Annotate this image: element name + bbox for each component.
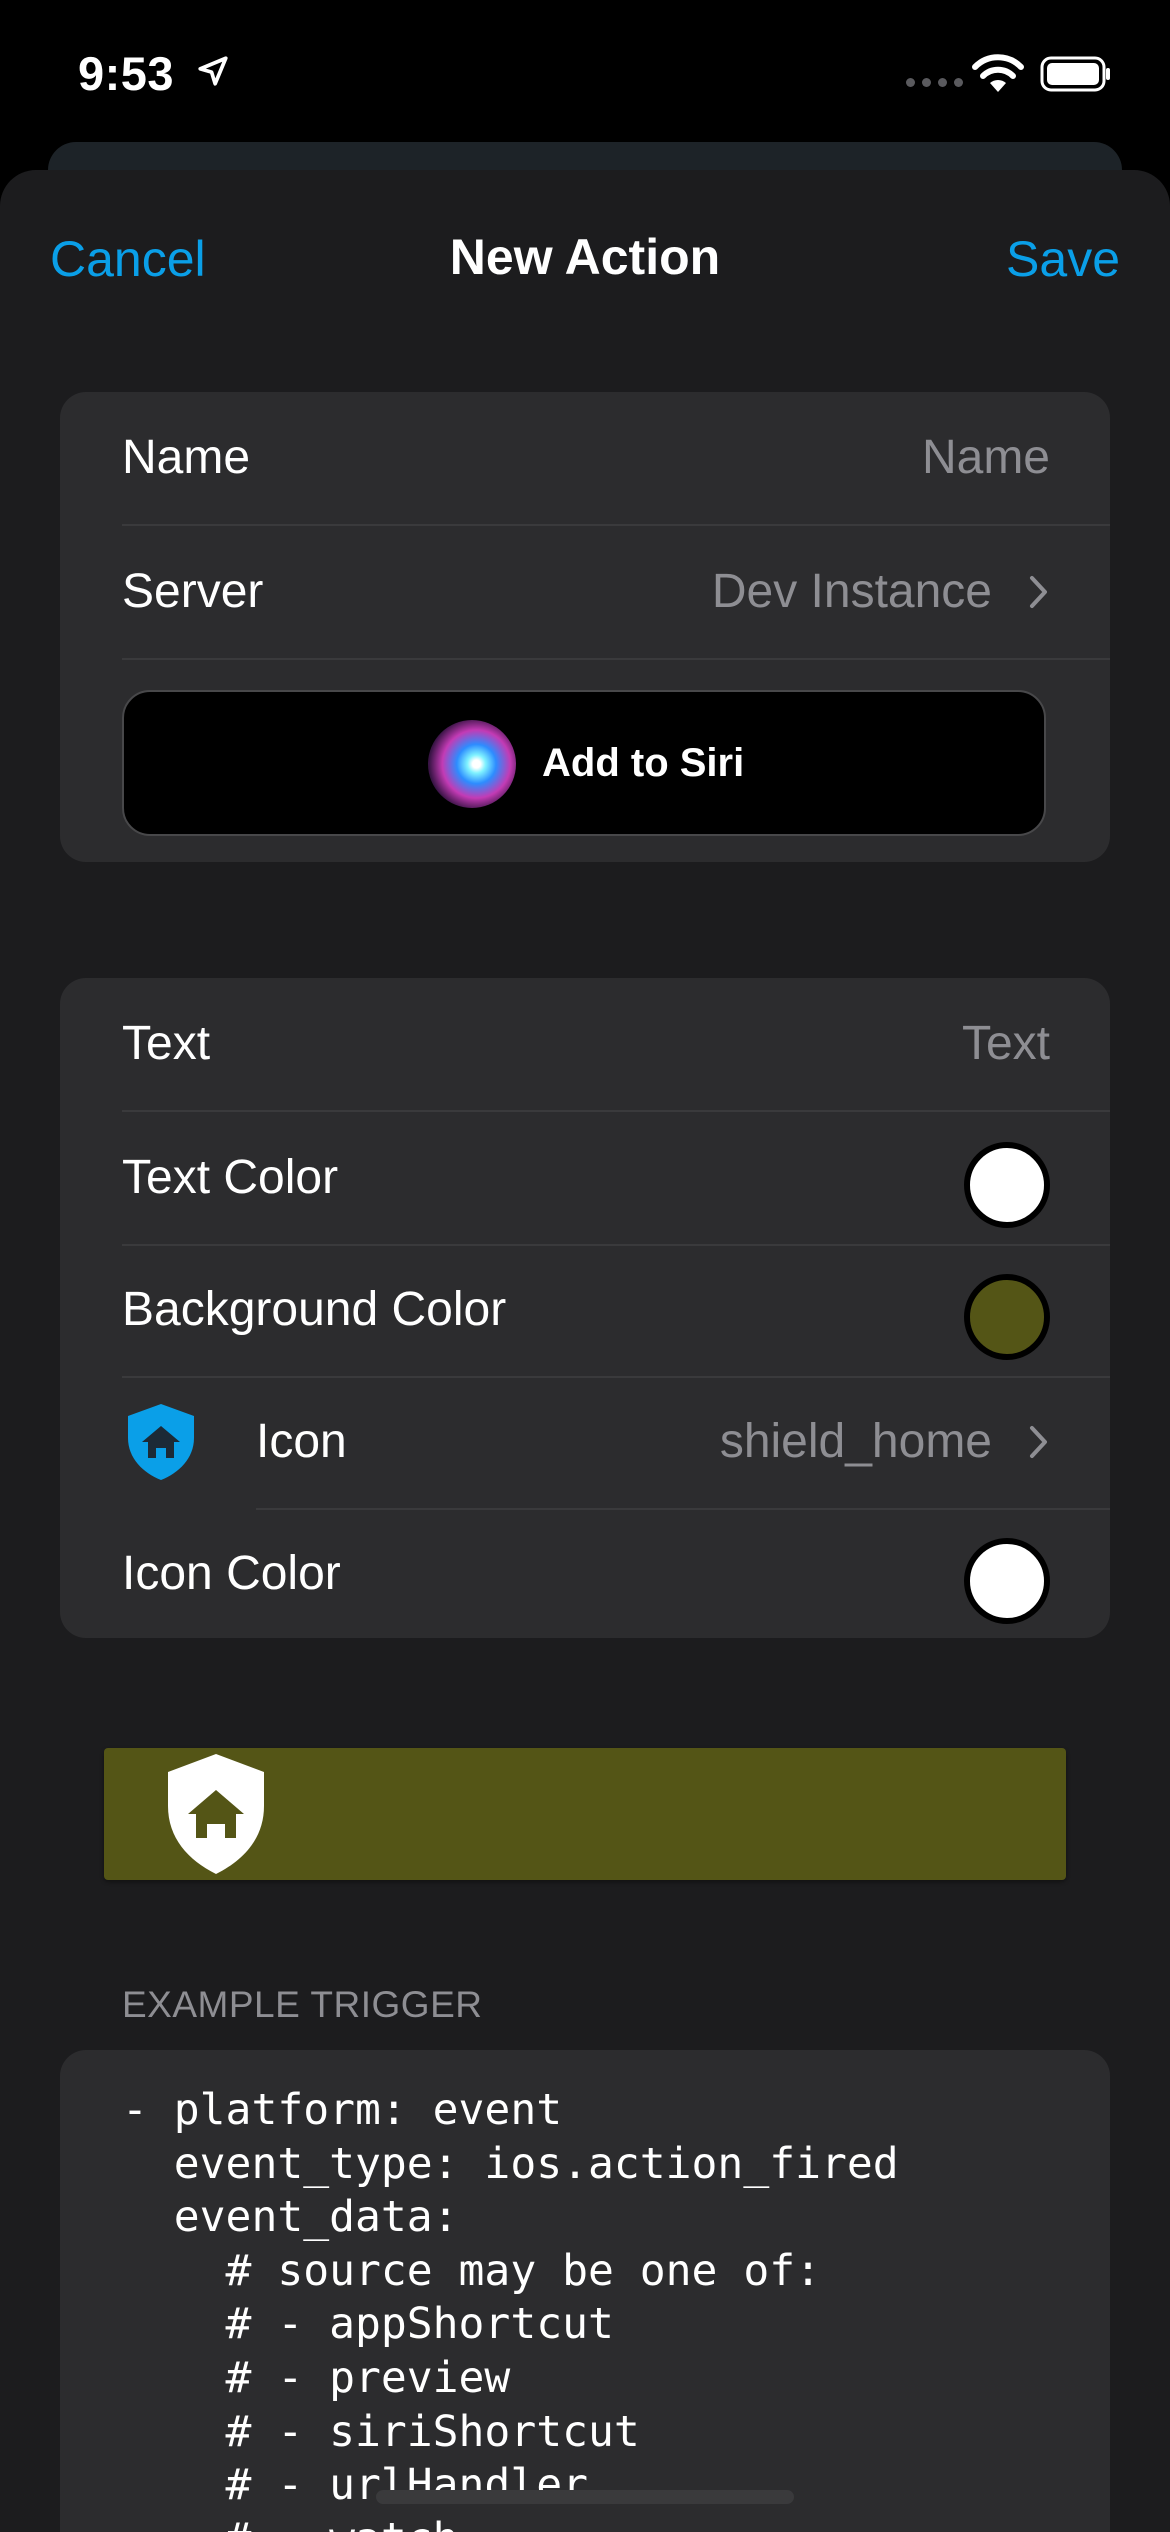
name-row[interactable]: Name Name xyxy=(60,392,1110,524)
save-button[interactable]: Save xyxy=(1006,230,1120,288)
example-trigger-code: - platform: event event_type: ios.action… xyxy=(122,2085,899,2532)
text-color-swatch[interactable] xyxy=(964,1142,1050,1228)
name-label: Name xyxy=(122,431,251,484)
text-label: Text xyxy=(122,1017,211,1070)
action-preview xyxy=(104,1748,1066,1880)
name-input[interactable]: Name xyxy=(922,392,1050,524)
icon-color-swatch[interactable] xyxy=(964,1538,1050,1624)
icon-color-label: Icon Color xyxy=(122,1547,341,1600)
divider xyxy=(122,658,1110,660)
add-to-siri-label: Add to Siri xyxy=(542,741,745,785)
background-color-swatch[interactable] xyxy=(964,1274,1050,1360)
background-color-row[interactable]: Background Color xyxy=(60,1244,1110,1376)
notch xyxy=(342,0,828,100)
text-color-row[interactable]: Text Color xyxy=(60,1112,1110,1244)
page-title: New Action xyxy=(449,229,721,285)
server-label: Server xyxy=(122,565,264,618)
status-time: 9:53 xyxy=(78,47,175,100)
add-to-siri-button[interactable]: Add to Siri xyxy=(122,690,1046,836)
server-value: Dev Instance xyxy=(711,565,992,618)
appearance-group: Text Text Text Color Background Color Ic… xyxy=(60,978,1110,1638)
example-trigger-code-block: - platform: event event_type: ios.action… xyxy=(60,2050,1110,2532)
wifi-icon xyxy=(972,54,1024,92)
home-indicator xyxy=(376,2490,794,2504)
text-row[interactable]: Text Text xyxy=(60,978,1110,1110)
new-action-sheet: Cancel New Action Save Name Name Server … xyxy=(0,170,1170,2532)
phone-screen: 9:53 Cancel New Action Save Name Name Se… xyxy=(0,0,1170,2532)
action-settings-group: Name Name Server Dev Instance Add to Sir… xyxy=(60,392,1110,862)
chevron-right-icon xyxy=(1030,576,1047,608)
icon-value: shield_home xyxy=(719,1415,992,1468)
icon-label: Icon xyxy=(256,1415,347,1468)
server-row[interactable]: Server Dev Instance xyxy=(60,526,1110,658)
icon-color-row[interactable]: Icon Color xyxy=(60,1508,1110,1640)
example-trigger-header: EXAMPLE TRIGGER xyxy=(122,1984,483,2025)
text-input[interactable]: Text xyxy=(962,978,1050,1110)
text-color-label: Text Color xyxy=(122,1151,339,1204)
siri-icon xyxy=(428,720,516,808)
cellular-signal-icon xyxy=(906,78,963,87)
chevron-right-icon xyxy=(1030,1426,1047,1458)
battery-icon xyxy=(1040,56,1110,92)
shield-home-icon xyxy=(168,1754,264,1874)
icon-row[interactable]: Icon shield_home xyxy=(60,1376,1110,1508)
background-color-label: Background Color xyxy=(122,1283,507,1336)
status-bar: 9:53 xyxy=(0,0,1170,150)
location-arrow-icon xyxy=(198,56,228,86)
shield-home-icon xyxy=(128,1404,194,1480)
